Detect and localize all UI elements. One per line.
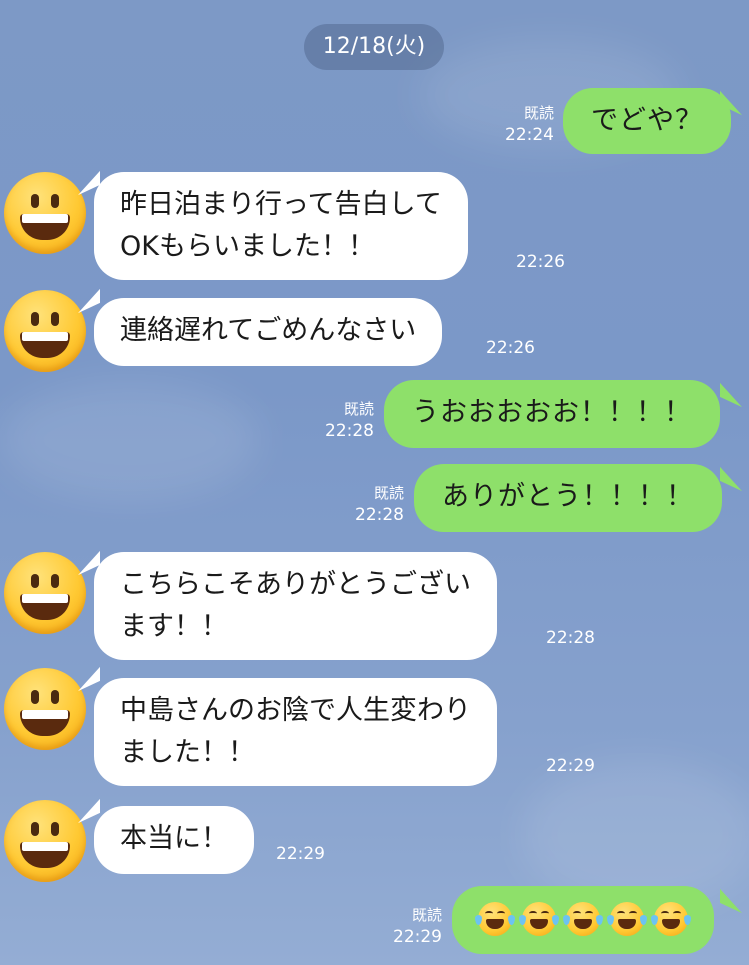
background-cloud xyxy=(0,380,260,500)
message-time: 22:26 xyxy=(486,338,535,358)
incoming-bubble[interactable]: 本当に！ xyxy=(94,806,254,874)
read-receipt: 既読 xyxy=(343,400,374,418)
bubble-tail xyxy=(720,382,742,408)
outgoing-bubble[interactable]: うおおおおお！！！！ xyxy=(384,380,720,448)
grinning-face-icon[interactable] xyxy=(4,290,86,372)
incoming-bubble[interactable]: 中島さんのお陰で人生変わり ました！！ xyxy=(94,678,497,786)
read-receipt: 既読 xyxy=(523,104,554,122)
date-separator: 12/18(火) xyxy=(304,24,444,70)
message-meta: 既読 22:28 xyxy=(316,398,374,442)
outgoing-bubble[interactable] xyxy=(452,886,714,954)
grinning-face-icon[interactable] xyxy=(4,552,86,634)
message-time: 22:29 xyxy=(393,927,442,947)
message-time: 22:28 xyxy=(355,505,404,525)
grinning-face-icon[interactable] xyxy=(4,800,86,882)
bubble-tail xyxy=(720,888,742,914)
grinning-face-icon[interactable] xyxy=(4,668,86,750)
message-time: 22:28 xyxy=(325,421,374,441)
bubble-tail xyxy=(78,288,100,314)
message-time: 22:26 xyxy=(516,252,565,272)
message-meta: 既読 22:28 xyxy=(346,482,404,526)
face-with-tears-of-joy-icon xyxy=(475,902,515,936)
read-receipt: 既読 xyxy=(411,906,442,924)
bubble-tail xyxy=(78,798,100,824)
message-meta: 既読 22:29 xyxy=(384,904,442,948)
bubble-tail xyxy=(78,666,100,692)
face-with-tears-of-joy-icon xyxy=(519,902,559,936)
grinning-face-icon[interactable] xyxy=(4,172,86,254)
message-time: 22:24 xyxy=(505,125,554,145)
message-time: 22:29 xyxy=(276,844,325,864)
outgoing-bubble[interactable]: ありがとう！！！！ xyxy=(414,464,722,532)
incoming-bubble[interactable]: 連絡遅れてごめんなさい xyxy=(94,298,443,366)
face-with-tears-of-joy-icon xyxy=(563,902,603,936)
read-receipt: 既読 xyxy=(373,484,404,502)
bubble-tail xyxy=(720,466,742,492)
message-time: 22:29 xyxy=(546,756,595,776)
face-with-tears-of-joy-icon xyxy=(651,902,691,936)
emoji-row xyxy=(475,898,691,940)
outgoing-bubble[interactable]: でどや？ xyxy=(563,88,731,154)
incoming-bubble[interactable]: 昨日泊まり行って告白して OKもらいました！！ xyxy=(94,172,468,280)
face-with-tears-of-joy-icon xyxy=(607,902,647,936)
message-meta: 既読 22:24 xyxy=(496,102,554,146)
message-time: 22:28 xyxy=(546,628,595,648)
incoming-bubble[interactable]: こちらこそありがとうござい ます！！ xyxy=(94,552,497,660)
